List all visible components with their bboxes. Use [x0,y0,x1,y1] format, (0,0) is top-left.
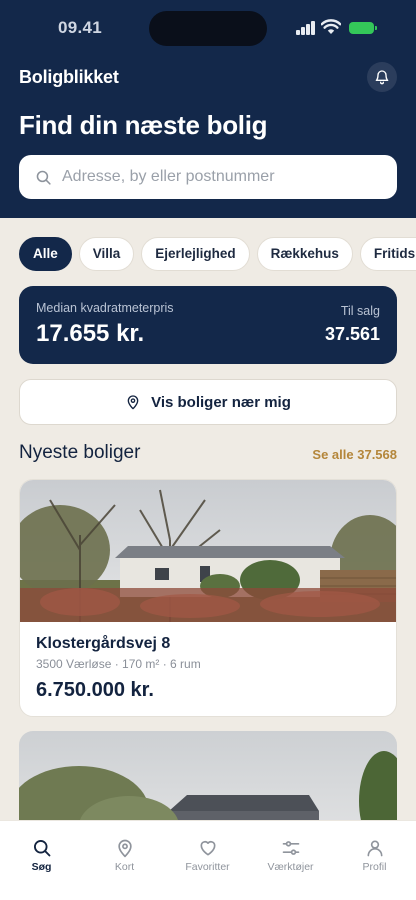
tab-search[interactable]: Søg [0,837,83,873]
dynamic-island [149,11,267,46]
heart-icon [200,840,215,856]
listing-meta: 3500 Værløse · 170 m² · 6 rum [36,657,201,671]
filter-chip-alle[interactable]: Alle [19,237,72,271]
filter-chip-raekkehus[interactable]: Rækkehus [256,237,353,271]
listing-card[interactable]: Klostergårdsvej 8 3500 Værløse · 170 m² … [19,479,397,717]
see-all-link[interactable]: Se alle 37.568 [312,447,397,462]
sliders-icon [282,841,299,855]
listing-photo [20,480,396,622]
page-title: Find din næste bolig [19,110,268,140]
status-bar: 09.41 [0,0,416,56]
user-icon [367,840,382,857]
map-pin-icon [117,839,132,858]
filter-chips: AlleVillaEjerlejlighedRækkehusFritidshus [19,237,416,271]
tab-label: Værktøjer [267,861,314,873]
median-price-value: 17.655 kr. [36,320,145,347]
status-time: 09.41 [58,18,103,37]
listing-address: Klostergårdsvej 8 [36,635,171,652]
listing-price: 6.750.000 kr. [36,679,154,701]
search-icon [36,170,51,185]
wifi-icon [321,19,341,34]
location-pin-icon [127,395,139,410]
search-icon [33,840,50,857]
cellular-signal-icon [296,21,316,35]
bell-icon [375,70,389,85]
tab-profile[interactable]: Profil [333,837,416,873]
for-sale-value: 37.561 [324,324,380,344]
tab-label: Profil [362,861,387,873]
tab-favorites[interactable]: Favoritter [166,837,249,873]
median-price-label: Median kvadratmeterpris [36,301,174,315]
tab-map[interactable]: Kort [83,837,166,873]
tab-label: Kort [114,861,135,873]
filter-chip-ejerlejlighed[interactable]: Ejerlejlighed [141,237,250,271]
near-me-button[interactable]: Vis boliger nær mig [19,379,397,425]
battery-icon [349,22,377,34]
app-brand: Boligblikket [19,67,119,87]
filter-chip-villa[interactable]: Villa [78,237,135,271]
tab-bar: Søg Kort Favoritter Værktøjer Profil [0,820,416,900]
notifications-button[interactable] [367,62,397,92]
search-bar[interactable] [19,155,397,199]
for-sale-label: Til salg [340,304,380,318]
section-title: Nyeste boliger [19,442,141,463]
filter-chip-fritidshus[interactable]: Fritidshus [359,237,416,271]
search-input[interactable] [62,168,362,186]
tab-label: Favoritter [185,861,230,873]
header: 09.41 Boligblikket Find din næste bolig [0,0,416,218]
near-me-label: Vis boliger nær mig [151,393,291,411]
market-stats-card: Median kvadratmeterpris 17.655 kr. Til s… [19,286,397,364]
tab-tools[interactable]: Værktøjer [249,837,332,873]
tab-label: Søg [31,861,52,873]
